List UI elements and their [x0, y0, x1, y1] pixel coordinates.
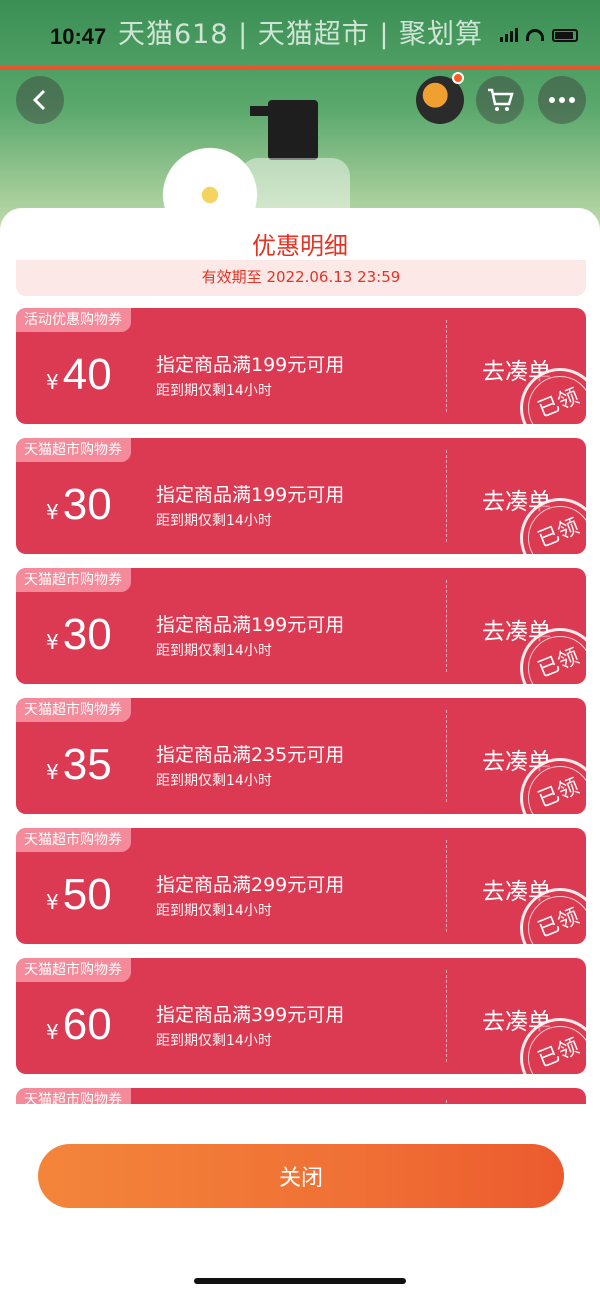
currency-symbol: ¥ — [46, 890, 59, 914]
stamp-label: 已领 — [534, 903, 583, 942]
currency-symbol: ¥ — [46, 500, 59, 524]
coupon-card: 天猫超市购物券 ¥ 30 指定商品满199元可用 距到期仅剩14小时 去凑单 已… — [16, 438, 586, 554]
sheet-title: 优惠明细 — [252, 232, 348, 260]
currency-symbol: ¥ — [46, 1020, 59, 1044]
coupon-card: 天猫超市购物券 ¥ 50 指定商品满299元可用 距到期仅剩14小时 去凑单 已… — [16, 828, 586, 944]
close-button[interactable]: 关闭 — [38, 1144, 564, 1208]
stamp-label: 已领 — [534, 513, 583, 552]
home-indicator — [194, 1278, 406, 1284]
coupon-price: ¥ 60 — [46, 1000, 112, 1050]
coupon-expiry: 距到期仅剩14小时 — [156, 383, 272, 399]
coupon-card: 活动优惠购物券 ¥ 40 指定商品满199元可用 距到期仅剩14小时 去凑单 已… — [16, 308, 586, 424]
coupon-price: ¥ 50 — [46, 870, 112, 920]
product-header-background: 天猫618 | 天猫超市 | 聚划算 10:47 — [0, 0, 600, 240]
more-icon — [549, 97, 575, 103]
coupon-divider — [446, 710, 447, 802]
coupon-amount: 30 — [62, 610, 112, 659]
coupon-amount: 30 — [62, 480, 112, 529]
stamp-label: 已领 — [534, 383, 583, 422]
validity-text: 有效期至 2022.06.13 23:59 — [201, 268, 401, 286]
coupon-amount: 60 — [62, 1000, 112, 1049]
coupon-tag: 天猫超市购物券 — [16, 568, 131, 592]
coupon-price: ¥ 35 — [46, 740, 112, 790]
coupon-divider — [446, 840, 447, 932]
coupon-price: ¥ 40 — [46, 350, 112, 400]
status-icons — [500, 28, 578, 42]
coupon-divider — [446, 450, 447, 542]
coupon-condition: 指定商品满199元可用 — [156, 614, 345, 636]
coupon-detail-sheet: 优惠明细 有效期至 2022.06.13 23:59 活动优惠购物券 ¥ 40 … — [0, 208, 600, 1298]
coupon-divider — [446, 970, 447, 1062]
stamp-label: 已领 — [534, 773, 583, 812]
validity-bar: 有效期至 2022.06.13 23:59 — [16, 260, 586, 296]
coupon-divider — [446, 1100, 447, 1104]
coupon-price: ¥ 30 — [46, 610, 112, 660]
coupon-card: 天猫超市购物券 ¥ 35 指定商品满235元可用 距到期仅剩14小时 去凑单 已… — [16, 698, 586, 814]
coupon-list[interactable]: 活动优惠购物券 ¥ 40 指定商品满199元可用 距到期仅剩14小时 去凑单 已… — [16, 308, 586, 1104]
coupon-tag: 天猫超市购物券 — [16, 958, 131, 982]
coupon-price: ¥ 30 — [46, 480, 112, 530]
stamp-label: 已领 — [534, 643, 583, 682]
coupon-tag: 天猫超市购物券 — [16, 1088, 131, 1104]
wifi-icon — [526, 29, 544, 41]
coupon-expiry: 距到期仅剩14小时 — [156, 903, 272, 919]
coupon-card: 天猫超市购物券 ¥ 30 指定商品满199元可用 距到期仅剩14小时 去凑单 已… — [16, 568, 586, 684]
coupon-divider — [446, 320, 447, 412]
status-time: 10:47 — [50, 24, 107, 49]
notification-dot — [452, 72, 464, 84]
currency-symbol: ¥ — [46, 760, 59, 784]
coupon-tag: 天猫超市购物券 — [16, 828, 131, 852]
coupon-expiry: 距到期仅剩14小时 — [156, 643, 272, 659]
coupon-amount: 50 — [62, 870, 112, 919]
promo-banner-text: 天猫618 | 天猫超市 | 聚划算 — [118, 19, 484, 50]
coupon-tag: 天猫超市购物券 — [16, 438, 131, 462]
currency-symbol: ¥ — [46, 370, 59, 394]
cart-button[interactable] — [476, 76, 524, 124]
signal-icon — [500, 28, 518, 42]
stamp-label: 已领 — [534, 1033, 583, 1072]
chevron-left-icon — [32, 89, 46, 111]
coupon-card: 天猫超市购物券 ¥ 60 指定商品满399元可用 距到期仅剩14小时 去凑单 已… — [16, 958, 586, 1074]
coupon-tag: 天猫超市购物券 — [16, 698, 131, 722]
coupon-condition: 指定商品满235元可用 — [156, 744, 345, 766]
coupon-expiry: 距到期仅剩14小时 — [156, 1033, 272, 1049]
coupon-condition: 指定商品满299元可用 — [156, 874, 345, 896]
currency-symbol: ¥ — [46, 630, 59, 654]
coupon-amount: 35 — [62, 740, 112, 789]
battery-icon — [552, 28, 578, 42]
more-button[interactable] — [538, 76, 586, 124]
back-button[interactable] — [16, 76, 64, 124]
coupon-expiry: 距到期仅剩14小时 — [156, 513, 272, 529]
coupon-condition: 指定商品满399元可用 — [156, 1004, 345, 1026]
coupon-card: 天猫超市购物券 — [16, 1088, 586, 1104]
coupon-expiry: 距到期仅剩14小时 — [156, 773, 272, 789]
cart-icon — [488, 88, 514, 111]
coupon-condition: 指定商品满199元可用 — [156, 354, 345, 376]
coupon-tag: 活动优惠购物券 — [16, 308, 131, 332]
coupon-condition: 指定商品满199元可用 — [156, 484, 345, 506]
coupon-amount: 40 — [62, 350, 112, 399]
coupon-divider — [446, 580, 447, 672]
